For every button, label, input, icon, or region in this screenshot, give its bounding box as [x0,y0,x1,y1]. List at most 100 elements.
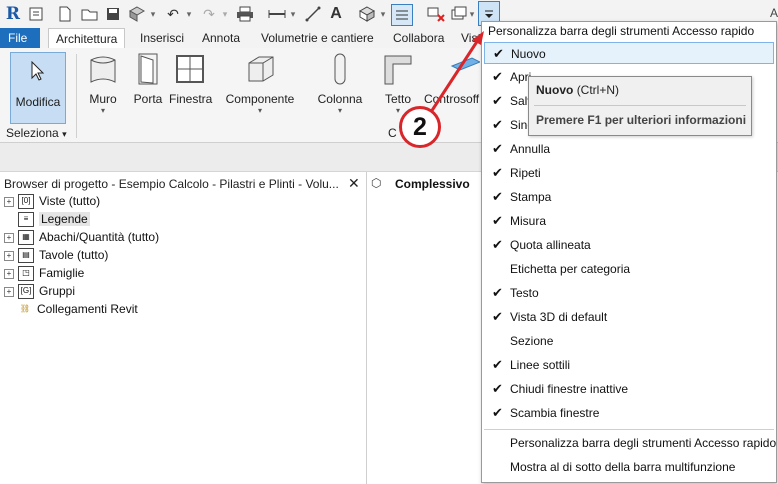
expand-icon[interactable]: + [4,232,14,243]
tooltip: Nuovo (Ctrl+N) Premere F1 per ulteriori … [528,76,752,136]
modify-button[interactable]: Modifica [10,52,66,124]
callout-badge: 2 [399,106,441,148]
menu-item-sezione[interactable]: Sezione [482,330,776,352]
revit-logo[interactable]: R [3,4,23,24]
window-button[interactable]: Finestra [169,52,212,106]
group-icon: [G] [18,284,34,300]
open-icon[interactable] [80,4,100,24]
menu-item-nuovo[interactable]: ✔ Nuovo [484,42,774,64]
menu-item-chiudi-finestre[interactable]: ✔ Chiudi finestre inattive [482,378,776,400]
tab-annota[interactable]: Annota [195,28,247,48]
redo-icon[interactable]: ↷ [199,4,219,24]
menu-item-misura[interactable]: ✔ Misura [482,210,776,232]
menu-item-annulla[interactable]: ✔ Annulla [482,138,776,160]
check-icon: ✔ [492,309,503,324]
tab-architettura[interactable]: Architettura [48,28,126,49]
ceiling-icon [450,52,480,86]
menu-item-label: Ripeti [510,166,541,180]
views-icon: [0] [18,194,34,210]
check-icon: ✔ [492,213,503,228]
chevron-down-icon[interactable]: ▾ [467,4,477,24]
menu-divider [484,429,774,430]
new-icon[interactable] [55,4,75,24]
component-icon [245,52,275,86]
check-icon: ✔ [492,117,503,132]
save-icon[interactable] [103,4,123,24]
chevron-down-icon[interactable]: ▾ [184,4,194,24]
close-icon[interactable]: ✕ [348,175,360,192]
menu-item-label: Linee sottili [510,358,571,372]
switch-windows-icon[interactable] [449,4,469,24]
tab-collabora[interactable]: Collabora [386,28,451,48]
expand-icon[interactable]: + [4,268,14,279]
tree-item-sheets[interactable]: + ▤ Tavole (tutto) [4,247,108,264]
menu-item-label: Stampa [510,190,552,204]
expand-icon[interactable]: + [4,286,14,297]
wall-button[interactable]: Muro ▾ [86,52,120,116]
undo-icon[interactable]: ↶ [163,4,183,24]
window-icon [175,52,205,86]
roof-button[interactable]: Tetto ▾ [382,52,414,116]
menu-item-quota-allineata[interactable]: ✔ Quota allineata [482,234,776,256]
sheet-icon: ▤ [18,248,34,264]
chevron-down-icon[interactable]: ▾ [220,4,230,24]
chevron-down-icon: ▾ [257,106,262,115]
tab-inserisci[interactable]: Inserisci [133,28,191,48]
menu-item-scambia-finestre[interactable]: ✔ Scambia finestre [482,402,776,424]
tab-file[interactable]: File [0,28,40,48]
info-icon[interactable] [26,4,46,24]
menu-item-stampa[interactable]: ✔ Stampa [482,186,776,208]
measure-icon[interactable] [267,4,287,24]
print-icon[interactable] [235,4,255,24]
close-windows-icon[interactable] [426,4,446,24]
tree-item-families[interactable]: + ◳ Famiglie [4,265,84,282]
dimension-icon[interactable] [303,4,323,24]
view-tab-label[interactable]: Complessivo [395,177,470,191]
tree-item-revit-links[interactable]: +⛓Collegamenti Revit [4,301,138,318]
select-panel-text: Seleziona [6,126,59,140]
tree-item-label: Collegamenti Revit [37,302,138,316]
menu-item-ripeti[interactable]: ✔ Ripeti [482,162,776,184]
build-panel-label: C [388,126,397,140]
menu-item-mostra-sotto[interactable]: Mostra al di sotto della barra multifunz… [482,456,776,478]
component-button[interactable]: Componente ▾ [224,52,296,116]
menu-item-testo[interactable]: ✔ Testo [482,282,776,304]
select-panel-label[interactable]: Seleziona ▾ [6,126,67,140]
door-button[interactable]: Porta [132,52,164,106]
chevron-down-icon[interactable]: ▾ [378,4,388,24]
chevron-down-icon[interactable]: ▾ [148,4,158,24]
door-label: Porta [133,92,163,106]
check-icon: ✔ [493,46,504,61]
menu-header: Personalizza barra degli strumenti Acces… [488,24,755,38]
door-icon [133,52,163,86]
sync-icon[interactable] [127,4,147,24]
chevron-down-icon[interactable]: ▾ [288,4,298,24]
menu-item-etichetta-categoria[interactable]: Etichetta per categoria [482,258,776,280]
tree-item-schedules[interactable]: + ▦ Abachi/Quantità (tutto) [4,229,159,246]
check-icon: ✔ [492,285,503,300]
tree-item-groups[interactable]: + [G] Gruppi [4,283,75,300]
project-browser: Browser di progetto - Esempio Calcolo - … [0,172,367,484]
check-icon: ✔ [492,189,503,204]
tree-item-views[interactable]: + [0] Viste (tutto) [4,193,100,210]
tooltip-command: Nuovo [536,83,574,97]
roof-label: Tetto [384,92,411,106]
check-icon: ✔ [492,165,503,180]
expand-icon[interactable]: + [4,196,14,207]
menu-item-label: Testo [510,286,539,300]
tooltip-help: Premere F1 per ulteriori informazioni [536,113,747,127]
3d-view-icon[interactable] [357,4,377,24]
tooltip-divider [534,105,746,106]
menu-item-label: Chiudi finestre inattive [510,382,629,396]
menu-item-vista-3d[interactable]: ✔ Vista 3D di default [482,306,776,328]
tree-item-legends[interactable]: +≡Legende [4,211,90,228]
menu-item-personalizza[interactable]: Personalizza barra degli strumenti Acces… [482,432,776,454]
expand-icon[interactable]: + [4,250,14,261]
tab-volumetrie[interactable]: Volumetrie e cantiere [254,28,381,48]
text-icon[interactable]: A [326,4,346,24]
thin-lines-icon[interactable] [391,4,413,26]
column-button[interactable]: Colonna ▾ [316,52,364,116]
menu-item-linee-sottili[interactable]: ✔ Linee sottili [482,354,776,376]
qat-overflow-letter: A [770,6,778,20]
ceiling-button[interactable]: Controsoff [424,52,482,106]
